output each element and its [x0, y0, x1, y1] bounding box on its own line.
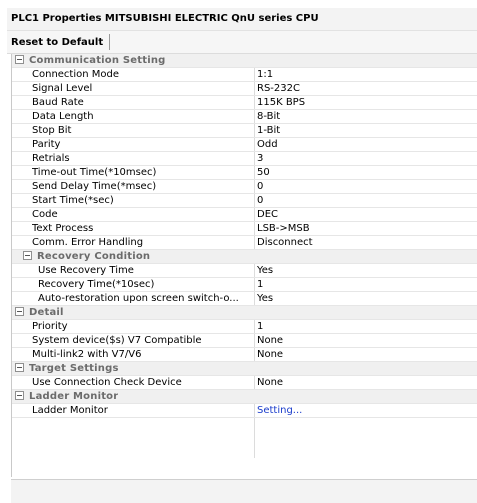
property-row-code[interactable]: Code DEC — [12, 208, 477, 222]
property-row-baud-rate[interactable]: Baud Rate 115K BPS — [12, 96, 477, 110]
property-value[interactable]: LSB->MSB — [254, 222, 477, 235]
property-row-comm-error-handling[interactable]: Comm. Error Handling Disconnect — [12, 236, 477, 250]
category-recovery-condition[interactable]: Recovery Condition — [12, 250, 477, 264]
property-value[interactable]: Disconnect — [254, 236, 477, 249]
property-name: Data Length — [32, 111, 94, 122]
property-value[interactable]: 1 — [254, 320, 477, 333]
property-row-start-time[interactable]: Start Time(*sec) 0 — [12, 194, 477, 208]
category-title: Target Settings — [29, 363, 119, 374]
property-row-use-connection-check-device[interactable]: Use Connection Check Device None — [12, 376, 477, 390]
window-title: PLC1 Properties MITSUBISHI ELECTRIC QnU … — [11, 13, 319, 24]
property-name: Start Time(*sec) — [32, 195, 114, 206]
property-value[interactable]: 0 — [254, 180, 477, 193]
property-name: Time-out Time(*10msec) — [32, 167, 157, 178]
category-title: Recovery Condition — [37, 251, 151, 262]
collapse-toggle-icon[interactable] — [15, 363, 24, 372]
property-name: Ladder Monitor — [32, 405, 108, 416]
ladder-monitor-setting-link[interactable]: Setting... — [254, 404, 477, 417]
property-row-auto-restoration[interactable]: Auto-restoration upon screen switch-o...… — [12, 292, 477, 306]
property-row-priority[interactable]: Priority 1 — [12, 320, 477, 334]
property-row-connection-mode[interactable]: Connection Mode 1:1 — [12, 68, 477, 82]
category-title: Detail — [29, 307, 64, 318]
property-value[interactable]: Odd — [254, 138, 477, 151]
column-divider — [254, 418, 255, 458]
collapse-toggle-icon[interactable] — [23, 251, 32, 260]
category-title: Communication Setting — [29, 55, 166, 66]
category-ladder-monitor[interactable]: Ladder Monitor — [12, 390, 477, 404]
window-title-bar: PLC1 Properties MITSUBISHI ELECTRIC QnU … — [7, 8, 477, 31]
property-row-system-device-v7[interactable]: System device($s) V7 Compatible None — [12, 334, 477, 348]
property-value[interactable]: 1:1 — [254, 68, 477, 81]
category-communication-setting[interactable]: Communication Setting — [12, 54, 477, 68]
property-name: Auto-restoration upon screen switch-o... — [38, 293, 239, 304]
property-value[interactable]: Yes — [254, 292, 477, 305]
property-value[interactable]: Yes — [254, 264, 477, 277]
property-value[interactable]: DEC — [254, 208, 477, 221]
property-name: Parity — [32, 139, 61, 150]
property-row-send-delay-time[interactable]: Send Delay Time(*msec) 0 — [12, 180, 477, 194]
property-row-data-length[interactable]: Data Length 8-Bit — [12, 110, 477, 124]
property-name: Recovery Time(*10sec) — [38, 279, 155, 290]
property-value[interactable]: 0 — [254, 194, 477, 207]
property-name: Multi-link2 with V7/V6 — [32, 349, 142, 360]
property-value[interactable]: None — [254, 376, 477, 389]
property-row-parity[interactable]: Parity Odd — [12, 138, 477, 152]
property-row-stop-bit[interactable]: Stop Bit 1-Bit — [12, 124, 477, 138]
grid-empty-area — [12, 418, 477, 458]
property-value[interactable]: 1-Bit — [254, 124, 477, 137]
category-target-settings[interactable]: Target Settings — [12, 362, 477, 376]
property-value[interactable]: RS-232C — [254, 82, 477, 95]
property-row-text-process[interactable]: Text Process LSB->MSB — [12, 222, 477, 236]
property-row-signal-level[interactable]: Signal Level RS-232C — [12, 82, 477, 96]
property-value[interactable]: 8-Bit — [254, 110, 477, 123]
property-row-retrials[interactable]: Retrials 3 — [12, 152, 477, 166]
property-value[interactable]: 3 — [254, 152, 477, 165]
property-name: Priority — [32, 321, 68, 332]
property-name: Connection Mode — [32, 69, 120, 80]
property-value[interactable]: None — [254, 348, 477, 361]
property-row-use-recovery-time[interactable]: Use Recovery Time Yes — [12, 264, 477, 278]
property-name: Signal Level — [32, 83, 93, 94]
collapse-toggle-icon[interactable] — [15, 55, 24, 64]
property-grid: Communication Setting Connection Mode 1:… — [11, 54, 477, 477]
collapse-toggle-icon[interactable] — [15, 307, 24, 316]
property-value[interactable]: 50 — [254, 166, 477, 179]
property-name: Retrials — [32, 153, 70, 164]
property-value[interactable]: 115K BPS — [254, 96, 477, 109]
property-name: Comm. Error Handling — [32, 237, 144, 248]
property-row-recovery-time[interactable]: Recovery Time(*10sec) 1 — [12, 278, 477, 292]
property-name: Code — [32, 209, 58, 220]
property-name: Use Connection Check Device — [32, 377, 182, 388]
category-title: Ladder Monitor — [29, 391, 119, 402]
description-panel — [11, 479, 477, 503]
property-row-time-out-time[interactable]: Time-out Time(*10msec) 50 — [12, 166, 477, 180]
property-name: System device($s) V7 Compatible — [32, 335, 202, 346]
property-name: Stop Bit — [32, 125, 72, 136]
category-detail[interactable]: Detail — [12, 306, 477, 320]
property-name: Use Recovery Time — [38, 265, 134, 276]
property-name: Text Process — [32, 223, 94, 234]
property-name: Baud Rate — [32, 97, 84, 108]
property-row-ladder-monitor[interactable]: Ladder Monitor Setting... — [12, 404, 477, 418]
collapse-toggle-icon[interactable] — [15, 391, 24, 400]
toolbar: Reset to Default — [7, 31, 477, 54]
reset-to-default-button[interactable]: Reset to Default — [11, 34, 111, 50]
property-value[interactable]: None — [254, 334, 477, 347]
property-row-multi-link2[interactable]: Multi-link2 with V7/V6 None — [12, 348, 477, 362]
property-name: Send Delay Time(*msec) — [32, 181, 157, 192]
property-value[interactable]: 1 — [254, 278, 477, 291]
